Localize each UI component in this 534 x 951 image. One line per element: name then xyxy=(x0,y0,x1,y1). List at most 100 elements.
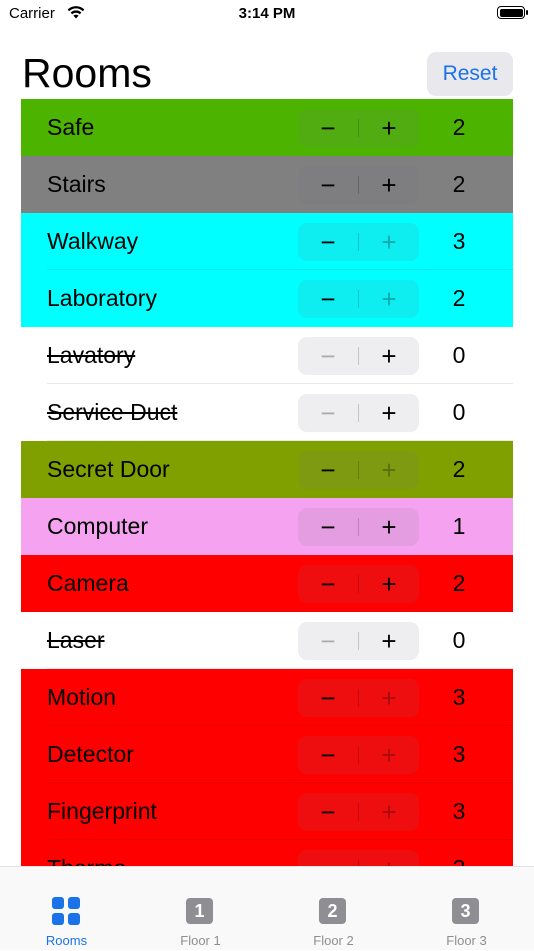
room-count: 2 xyxy=(452,171,466,197)
room-row: Camera − +2 xyxy=(21,555,513,612)
status-bar: Carrier 3:14 PM xyxy=(0,0,534,28)
increment-button[interactable]: + xyxy=(359,679,419,717)
decrement-button[interactable]: − xyxy=(298,451,358,489)
room-row: Service Duct − +0 xyxy=(21,384,513,441)
tab-label: Rooms xyxy=(45,933,88,948)
room-row: Fingerprint − +3 xyxy=(21,783,513,840)
room-row: Walkway − +3 xyxy=(21,213,513,270)
room-row: Laser − +0 xyxy=(21,612,513,669)
floor-1-icon: 1 xyxy=(186,898,213,924)
increment-button[interactable]: + xyxy=(359,736,419,774)
decrement-button[interactable]: − xyxy=(298,166,358,204)
quantity-stepper[interactable]: −+ xyxy=(298,109,419,147)
quantity-stepper[interactable]: −+ xyxy=(298,850,419,866)
clock: 3:14 PM xyxy=(238,5,296,22)
quantity-stepper[interactable]: −+ xyxy=(298,736,419,774)
room-row: Laboratory − +2 xyxy=(21,270,513,327)
room-list[interactable]: Safe − +2 Stairs − +2 Walkway − +3 Laboratory − +2 L… xyxy=(21,99,513,866)
tab-label: Floor 2 xyxy=(313,933,354,948)
page-title: Rooms xyxy=(22,50,152,96)
decrement-button[interactable]: − xyxy=(298,394,358,432)
increment-button[interactable]: + xyxy=(359,394,419,432)
room-count: 2 xyxy=(452,285,466,311)
room-row: Lavatory − +0 xyxy=(21,327,513,384)
increment-button[interactable]: + xyxy=(359,451,419,489)
quantity-stepper[interactable]: −+ xyxy=(298,793,419,831)
decrement-button[interactable]: − xyxy=(298,793,358,831)
tab-label: Floor 1 xyxy=(180,933,221,948)
floor-2-icon: 2 xyxy=(319,898,346,924)
room-count: 0 xyxy=(452,399,466,425)
decrement-button[interactable]: − xyxy=(298,565,358,603)
room-count: 2 xyxy=(452,570,466,596)
increment-button[interactable]: + xyxy=(359,280,419,318)
quantity-stepper[interactable]: −+ xyxy=(298,622,419,660)
room-row: Computer − +1 xyxy=(21,498,513,555)
increment-button[interactable]: + xyxy=(359,622,419,660)
room-name: Motion xyxy=(47,684,117,710)
room-row: Detector − +3 xyxy=(21,726,513,783)
room-name: Thermo xyxy=(47,840,126,866)
quantity-stepper[interactable]: −+ xyxy=(298,394,419,432)
room-count: 3 xyxy=(452,684,466,710)
quantity-stepper[interactable]: −+ xyxy=(298,508,419,546)
room-count: 3 xyxy=(441,840,477,866)
decrement-button[interactable]: − xyxy=(298,622,358,660)
room-name: Secret Door xyxy=(47,456,170,482)
room-row: Stairs − +2 xyxy=(21,156,513,213)
increment-button[interactable]: + xyxy=(359,508,419,546)
decrement-button[interactable]: − xyxy=(298,223,358,261)
room-name: Laser xyxy=(47,627,105,653)
room-row: Thermo−+3 xyxy=(21,840,513,866)
decrement-button[interactable]: − xyxy=(298,508,358,546)
tab-floor-3[interactable]: 3 Floor 3 xyxy=(400,867,533,951)
quantity-stepper[interactable]: −+ xyxy=(298,337,419,375)
tab-label: Floor 3 xyxy=(446,933,487,948)
room-name: Detector xyxy=(47,741,134,767)
quantity-stepper[interactable]: −+ xyxy=(298,223,419,261)
room-name: Safe xyxy=(47,114,95,140)
tab-bar: Rooms 1 Floor 1 2 Floor 2 3 Floor 3 xyxy=(0,866,534,950)
quantity-stepper[interactable]: −+ xyxy=(298,280,419,318)
room-name: Service Duct xyxy=(47,399,178,425)
room-count: 2 xyxy=(452,456,466,482)
increment-button[interactable]: + xyxy=(359,109,419,147)
decrement-button[interactable]: − xyxy=(298,337,358,375)
floor-3-icon: 3 xyxy=(452,898,479,924)
room-count: 3 xyxy=(452,741,466,767)
quantity-stepper[interactable]: −+ xyxy=(298,565,419,603)
room-row: Safe − +2 xyxy=(21,99,513,156)
room-count: 1 xyxy=(452,513,466,539)
room-count: 3 xyxy=(452,228,466,254)
quantity-stepper[interactable]: −+ xyxy=(298,679,419,717)
room-name: Computer xyxy=(47,513,148,539)
increment-button[interactable]: + xyxy=(359,337,419,375)
room-name: Camera xyxy=(47,570,129,596)
quantity-stepper[interactable]: −+ xyxy=(298,451,419,489)
decrement-button[interactable]: − xyxy=(298,736,358,774)
decrement-button[interactable]: − xyxy=(298,850,358,867)
increment-button[interactable]: + xyxy=(359,793,419,831)
decrement-button[interactable]: − xyxy=(298,280,358,318)
tab-floor-2[interactable]: 2 Floor 2 xyxy=(267,867,400,951)
tab-floor-1[interactable]: 1 Floor 1 xyxy=(134,867,267,951)
room-name: Walkway xyxy=(47,228,139,254)
room-name: Stairs xyxy=(47,171,106,197)
decrement-button[interactable]: − xyxy=(298,109,358,147)
increment-button[interactable]: + xyxy=(359,850,419,867)
room-count: 2 xyxy=(452,114,466,140)
quantity-stepper[interactable]: −+ xyxy=(298,166,419,204)
tab-rooms[interactable]: Rooms xyxy=(0,867,133,951)
room-count: 0 xyxy=(452,627,466,653)
room-row: Motion − +3 xyxy=(21,669,513,726)
room-count: 3 xyxy=(452,798,466,824)
room-name: Lavatory xyxy=(47,342,136,368)
increment-button[interactable]: + xyxy=(359,166,419,204)
increment-button[interactable]: + xyxy=(359,565,419,603)
grid-icon xyxy=(52,897,80,925)
increment-button[interactable]: + xyxy=(359,223,419,261)
decrement-button[interactable]: − xyxy=(298,679,358,717)
room-row: Secret Door − +2 xyxy=(21,441,513,498)
reset-button[interactable]: Reset xyxy=(427,52,513,96)
room-count: 0 xyxy=(452,342,466,368)
